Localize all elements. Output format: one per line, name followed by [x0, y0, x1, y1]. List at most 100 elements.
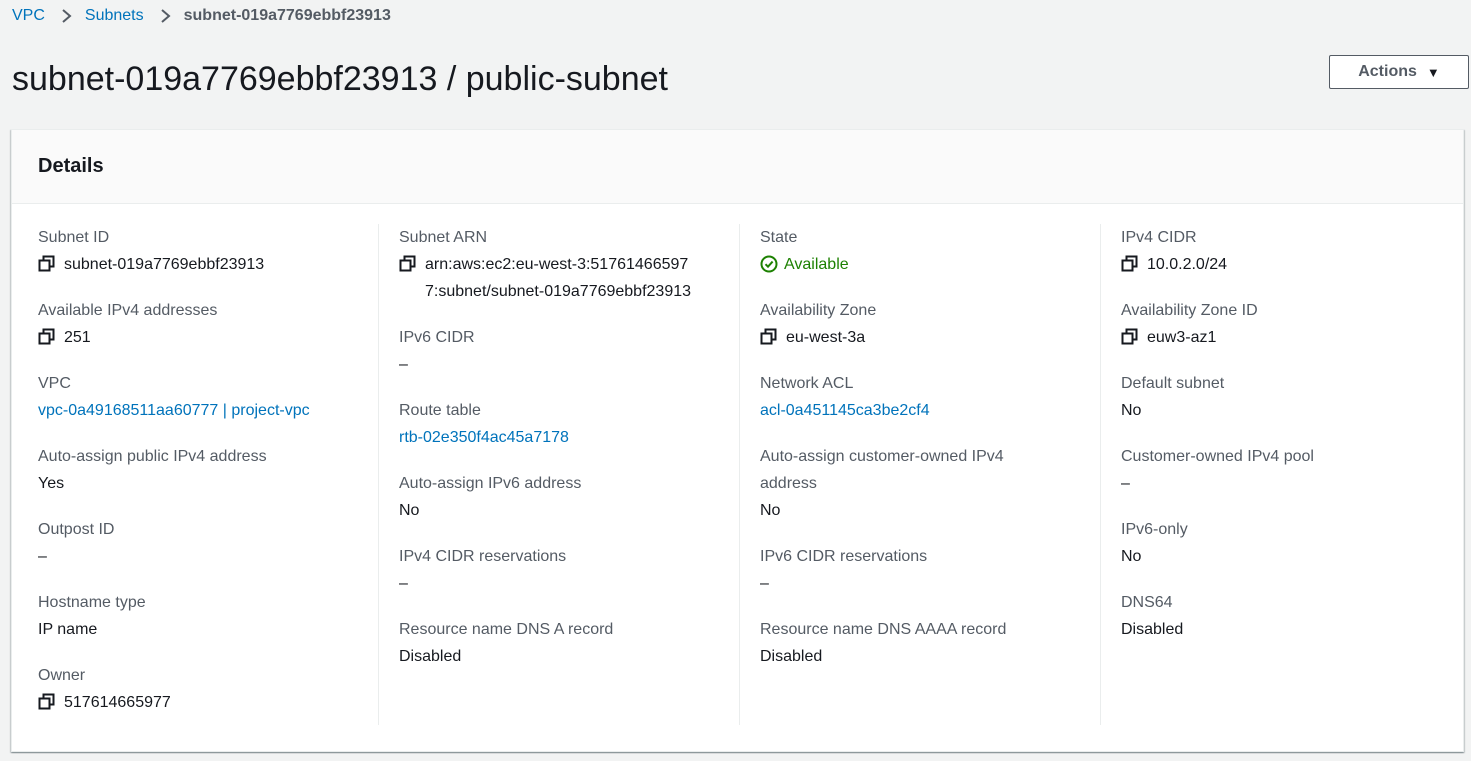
field-value: No	[760, 502, 781, 519]
page-title: subnet-019a7769ebbf23913 / public-subnet	[12, 60, 668, 98]
field-dns-aaaa-record: Resource name DNS AAAA record Disabled	[760, 616, 1100, 670]
vpc-link[interactable]: vpc-0a49168511aa60777 | project-vpc	[38, 397, 368, 424]
field-ipv4-cidr-reservations: IPv4 CIDR reservations –	[399, 543, 739, 597]
field-label: Resource name DNS A record	[399, 621, 614, 638]
field-auto-assign-customer-owned-ipv4: Auto-assign customer-owned IPv4 address …	[760, 443, 1100, 524]
field-label: Subnet ARN	[399, 229, 488, 246]
field-available-ipv4: Available IPv4 addresses 251	[38, 297, 368, 351]
field-network-acl: Network ACL acl-0a451145ca3be2cf4	[760, 370, 1100, 424]
route-table-link[interactable]: rtb-02e350f4ac45a7178	[399, 424, 739, 451]
field-label: Availability Zone ID	[1121, 302, 1258, 319]
field-value: No	[1121, 548, 1142, 565]
field-value: –	[38, 548, 47, 565]
field-label: IPv4 CIDR	[1121, 229, 1197, 246]
field-label: State	[760, 229, 798, 246]
field-label: Availability Zone	[760, 302, 877, 319]
field-label: Customer-owned IPv4 pool	[1121, 448, 1314, 465]
field-label: Network ACL	[760, 375, 854, 392]
field-owner: Owner 517614665977	[38, 662, 368, 716]
field-label: Subnet ID	[38, 229, 110, 246]
field-value: 251	[64, 329, 91, 346]
field-auto-assign-public-ipv4: Auto-assign public IPv4 address Yes	[38, 443, 368, 497]
details-columns: Subnet ID subnet-019a7769ebbf23913 Avail…	[12, 204, 1463, 751]
copy-icon[interactable]	[38, 328, 56, 346]
copy-icon[interactable]	[38, 693, 56, 711]
field-label: IPv6 CIDR	[399, 329, 475, 346]
field-label: Route table	[399, 402, 481, 419]
field-default-subnet: Default subnet No	[1121, 370, 1440, 424]
field-subnet-arn: Subnet ARN arn:aws:ec2:eu-west-3:5176146…	[399, 224, 739, 305]
field-value: No	[399, 502, 420, 519]
field-ipv6-only: IPv6-only No	[1121, 516, 1440, 570]
breadcrumb-current: subnet-019a7769ebbf23913	[183, 7, 391, 24]
copy-icon[interactable]	[1121, 328, 1139, 346]
field-route-table: Route table rtb-02e350f4ac45a7178	[399, 397, 739, 451]
copy-icon[interactable]	[399, 255, 417, 273]
breadcrumb: VPC Subnets subnet-019a7769ebbf23913	[12, 6, 391, 26]
field-value: –	[399, 575, 408, 592]
field-label: IPv6-only	[1121, 521, 1188, 538]
details-panel: Details Subnet ID subnet-019a7769ebbf239…	[11, 129, 1464, 752]
field-subnet-id: Subnet ID subnet-019a7769ebbf23913	[38, 224, 368, 278]
field-ipv6-cidr-reservations: IPv6 CIDR reservations –	[760, 543, 1100, 597]
field-value: 517614665977	[64, 694, 171, 711]
field-value: subnet-019a7769ebbf23913	[64, 256, 265, 273]
actions-button-label: Actions	[1358, 63, 1417, 80]
field-availability-zone-id: Availability Zone ID euw3-az1	[1121, 297, 1440, 351]
chevron-right-icon	[160, 9, 171, 23]
field-state: State Available	[760, 224, 1100, 278]
breadcrumb-subnets-link[interactable]: Subnets	[85, 6, 144, 26]
breadcrumb-vpc-link[interactable]: VPC	[12, 6, 45, 26]
field-label: Available IPv4 addresses	[38, 302, 218, 319]
field-label: IPv6 CIDR reservations	[760, 548, 928, 565]
details-header: Details	[12, 130, 1463, 204]
field-value: eu-west-3a	[786, 329, 866, 346]
details-column-2: Subnet ARN arn:aws:ec2:eu-west-3:5176146…	[378, 224, 739, 725]
copy-icon[interactable]	[1121, 255, 1139, 273]
field-customer-owned-ipv4-pool: Customer-owned IPv4 pool –	[1121, 443, 1440, 497]
field-label: Resource name DNS AAAA record	[760, 621, 1007, 638]
field-ipv4-cidr: IPv4 CIDR 10.0.2.0/24	[1121, 224, 1440, 278]
field-label: Owner	[38, 667, 86, 684]
copy-icon[interactable]	[38, 255, 56, 273]
field-label: IPv4 CIDR reservations	[399, 548, 567, 565]
field-dns-a-record: Resource name DNS A record Disabled	[399, 616, 739, 670]
field-value: Disabled	[760, 648, 823, 665]
caret-down-icon: ▼	[1426, 64, 1440, 80]
field-outpost-id: Outpost ID –	[38, 516, 368, 570]
field-value: Disabled	[1121, 621, 1184, 638]
network-acl-link[interactable]: acl-0a451145ca3be2cf4	[760, 397, 1100, 424]
field-value: arn:aws:ec2:eu-west-3:517614665977:subne…	[425, 256, 692, 300]
field-value: No	[1121, 402, 1142, 419]
field-value: Disabled	[399, 648, 462, 665]
field-label: Auto-assign customer-owned IPv4 address	[760, 448, 1004, 492]
field-ipv6-cidr: IPv6 CIDR –	[399, 324, 739, 378]
field-label: Outpost ID	[38, 521, 115, 538]
field-label: Auto-assign IPv6 address	[399, 475, 582, 492]
field-value: IP name	[38, 621, 98, 638]
details-column-4: IPv4 CIDR 10.0.2.0/24 Availability Zone …	[1100, 224, 1440, 725]
field-label: VPC	[38, 375, 71, 392]
field-value: –	[1121, 475, 1130, 492]
copy-icon[interactable]	[760, 328, 778, 346]
actions-button[interactable]: Actions ▼	[1329, 55, 1469, 89]
field-value: euw3-az1	[1147, 329, 1217, 346]
chevron-right-icon	[62, 9, 72, 23]
field-label: Default subnet	[1121, 375, 1225, 392]
field-value: –	[399, 356, 408, 373]
field-dns64: DNS64 Disabled	[1121, 589, 1440, 643]
field-auto-assign-ipv6: Auto-assign IPv6 address No	[399, 470, 739, 524]
field-label: DNS64	[1121, 594, 1173, 611]
field-hostname-type: Hostname type IP name	[38, 589, 368, 643]
field-availability-zone: Availability Zone eu-west-3a	[760, 297, 1100, 351]
status-success-icon	[760, 255, 778, 273]
details-column-3: State Available Availability Zone eu-wes…	[739, 224, 1100, 725]
field-label: Auto-assign public IPv4 address	[38, 448, 267, 465]
field-value: Yes	[38, 475, 65, 492]
field-value: –	[760, 575, 769, 592]
field-value: 10.0.2.0/24	[1147, 256, 1228, 273]
state-value: Available	[784, 256, 849, 273]
details-title: Details	[38, 155, 104, 177]
field-label: Hostname type	[38, 594, 146, 611]
details-column-1: Subnet ID subnet-019a7769ebbf23913 Avail…	[38, 224, 368, 725]
